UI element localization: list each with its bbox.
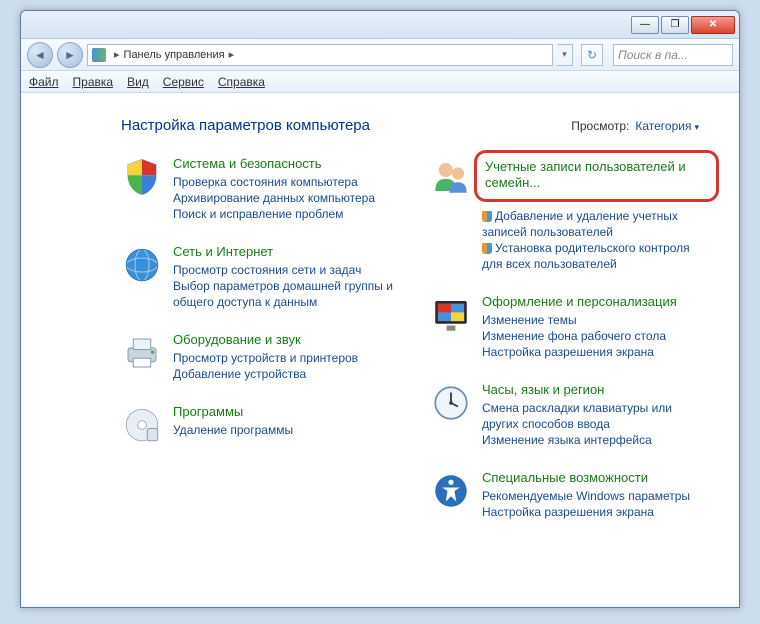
address-bar[interactable]: ▸ Панель управления ▸ (87, 44, 553, 66)
sublink[interactable]: Настройка разрешения экрана (482, 344, 709, 360)
category-programs: Программы Удаление программы (121, 404, 400, 446)
sublink[interactable]: Удаление программы (173, 422, 400, 438)
globe-icon (121, 244, 163, 286)
refresh-button[interactable]: ↻ (581, 44, 603, 66)
menu-tools[interactable]: Сервис (163, 75, 204, 89)
close-button[interactable]: ✕ (691, 16, 735, 34)
control-panel-window: — ❐ ✕ ◄ ► ▸ Панель управления ▸ ▾ ↻ Поис… (20, 10, 740, 608)
category-title[interactable]: Сеть и Интернет (173, 244, 400, 260)
view-selector: Просмотр: Категория (571, 119, 699, 133)
sublink[interactable]: Выбор параметров домашней группы и общег… (173, 278, 400, 310)
sublink[interactable]: Изменение фона рабочего стола (482, 328, 709, 344)
category-clock-language-region: Часы, язык и регион Смена раскладки клав… (430, 382, 709, 448)
category-title[interactable]: Часы, язык и регион (482, 382, 709, 398)
address-dropdown[interactable]: ▾ (557, 44, 573, 66)
monitor-icon (430, 294, 472, 336)
maximize-button[interactable]: ❐ (661, 16, 689, 34)
control-panel-icon (92, 48, 106, 62)
menu-bar: Файл Правка Вид Сервис Справка (21, 71, 739, 93)
sublink[interactable]: Архивирование данных компьютера (173, 190, 400, 206)
disc-icon (121, 404, 163, 446)
menu-help[interactable]: Справка (218, 75, 265, 89)
category-title[interactable]: Специальные возможности (482, 470, 709, 486)
back-button[interactable]: ◄ (27, 42, 53, 68)
content-area: Настройка параметров компьютера Просмотр… (21, 93, 739, 607)
category-title[interactable]: Система и безопасность (173, 156, 400, 172)
sublink[interactable]: Рекомендуемые Windows параметры (482, 488, 709, 504)
page-title: Настройка параметров компьютера (121, 117, 370, 134)
sublink[interactable]: Настройка разрешения экрана (482, 504, 709, 520)
shield-icon (121, 156, 163, 198)
category-title[interactable]: Оформление и персонализация (482, 294, 709, 310)
users-icon (430, 156, 472, 198)
left-column: Система и безопасность Проверка состояни… (121, 156, 400, 542)
search-input[interactable]: Поиск в па... (613, 44, 733, 66)
sublink[interactable]: Добавление и удаление учетных записей по… (482, 208, 709, 240)
category-hardware-sound: Оборудование и звук Просмотр устройств и… (121, 332, 400, 382)
right-column: Учетные записи пользователей и семейн...… (430, 156, 709, 542)
menu-view[interactable]: Вид (127, 75, 149, 89)
minimize-button[interactable]: — (631, 16, 659, 34)
sublink[interactable]: Установка родительского контроля для все… (482, 240, 709, 272)
sublink[interactable]: Просмотр устройств и принтеров (173, 350, 400, 366)
accessibility-icon (430, 470, 472, 512)
menu-edit[interactable]: Правка (73, 75, 114, 89)
forward-button[interactable]: ► (57, 42, 83, 68)
highlighted-category: Учетные записи пользователей и семейн... (474, 150, 719, 202)
category-title[interactable]: Программы (173, 404, 400, 420)
view-category-dropdown[interactable]: Категория (635, 119, 699, 133)
category-user-accounts: Учетные записи пользователей и семейн...… (430, 156, 709, 272)
category-appearance: Оформление и персонализация Изменение те… (430, 294, 709, 360)
sublink[interactable]: Смена раскладки клавиатуры или других сп… (482, 400, 709, 432)
sublink[interactable]: Поиск и исправление проблем (173, 206, 400, 222)
titlebar: — ❐ ✕ (21, 11, 739, 39)
breadcrumb-item[interactable]: Панель управления (124, 49, 225, 61)
category-title[interactable]: Оборудование и звук (173, 332, 400, 348)
sublink[interactable]: Изменение темы (482, 312, 709, 328)
clock-icon (430, 382, 472, 424)
category-system-security: Система и безопасность Проверка состояни… (121, 156, 400, 222)
printer-icon (121, 332, 163, 374)
category-network-internet: Сеть и Интернет Просмотр состояния сети … (121, 244, 400, 310)
sublink[interactable]: Проверка состояния компьютера (173, 174, 400, 190)
category-title[interactable]: Учетные записи пользователей и семейн... (485, 159, 706, 191)
sublink[interactable]: Добавление устройства (173, 366, 400, 382)
category-ease-of-access: Специальные возможности Рекомендуемые Wi… (430, 470, 709, 520)
menu-file[interactable]: Файл (29, 75, 59, 89)
sublink[interactable]: Изменение языка интерфейса (482, 432, 709, 448)
navigation-bar: ◄ ► ▸ Панель управления ▸ ▾ ↻ Поиск в па… (21, 39, 739, 71)
sublink[interactable]: Просмотр состояния сети и задач (173, 262, 400, 278)
